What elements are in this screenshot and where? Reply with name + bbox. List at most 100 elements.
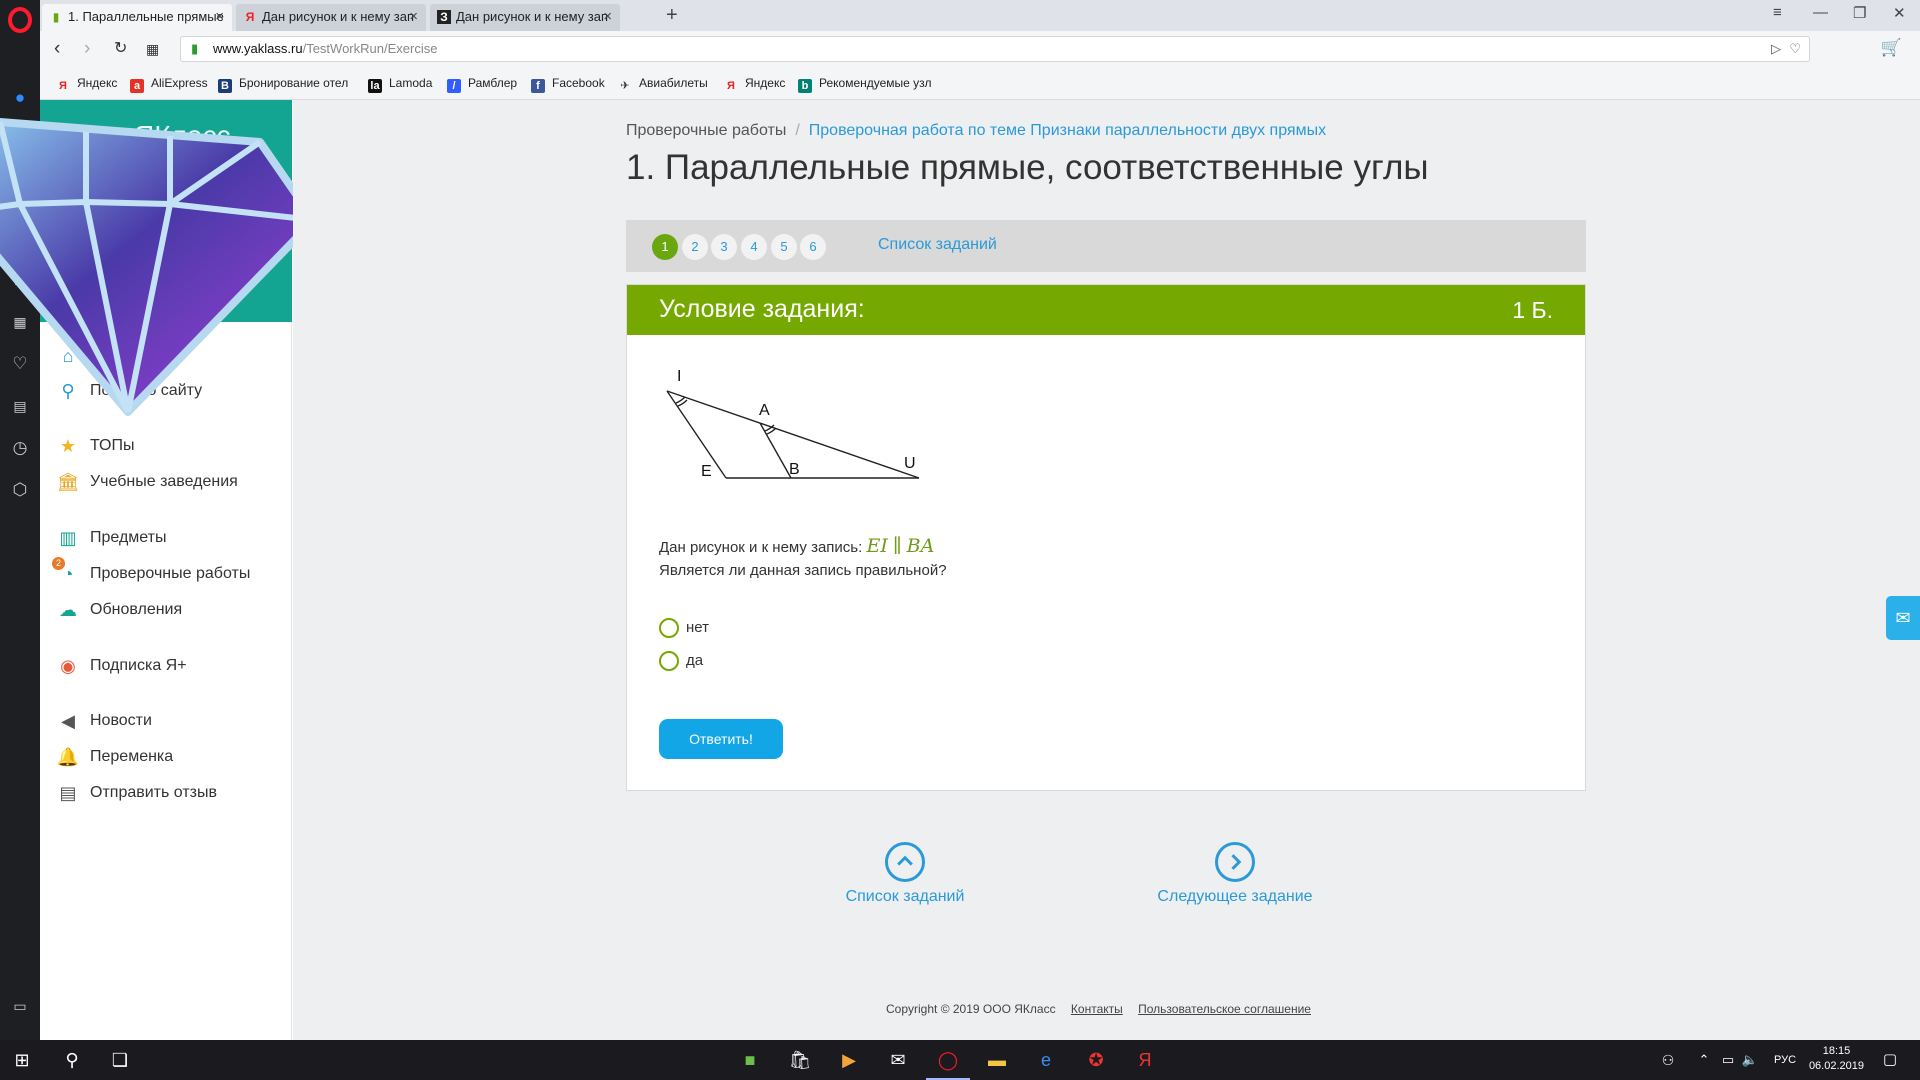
menu-item-break[interactable]: 🔔 Переменка: [56, 743, 286, 771]
bookmark-booking[interactable]: B Бронирование отел: [218, 75, 348, 93]
clock[interactable]: 18:15 06.02.2019: [1809, 1044, 1864, 1074]
opera-taskbar-icon[interactable]: ◯: [926, 1048, 970, 1080]
yandex-browser-icon[interactable]: Я: [1133, 1048, 1157, 1072]
submit-answer-button[interactable]: Ответить!: [659, 719, 783, 759]
task-list-nav[interactable]: Список заданий: [805, 842, 1005, 906]
notifications-icon[interactable]: ▢: [1878, 1048, 1902, 1072]
close-window-button[interactable]: ✕: [1893, 4, 1906, 22]
task-list-link[interactable]: Список заданий: [878, 236, 997, 254]
footer: Copyright © 2019 ООО ЯКласс Контакты Пол…: [886, 1002, 1311, 1016]
media-player-icon[interactable]: ▶: [837, 1048, 861, 1072]
menu-item-subscription[interactable]: ◉ Подписка Я+: [56, 652, 286, 680]
back-button[interactable]: ‹: [54, 37, 60, 61]
windows-start-icon[interactable]: ⊞: [10, 1048, 34, 1072]
reload-button[interactable]: ↻: [114, 37, 127, 61]
footer-contacts-link[interactable]: Контакты: [1071, 1002, 1123, 1016]
store-icon[interactable]: 🛍: [788, 1048, 812, 1072]
sidebar-toggle-icon[interactable]: ▭: [8, 994, 32, 1018]
new-tab-button[interactable]: +: [666, 4, 678, 26]
people-icon[interactable]: ⚇: [1656, 1048, 1680, 1072]
bookmark-label: AliExpress: [151, 76, 208, 90]
send-page-icon[interactable]: ▷: [1771, 37, 1781, 61]
menu-item-schools[interactable]: 🏛 Учебные заведения: [56, 468, 286, 496]
send-icon[interactable]: ▷: [8, 226, 32, 250]
label-I: I: [677, 368, 681, 385]
menu-label: Подписка Я+: [90, 657, 187, 674]
whatsapp-icon[interactable]: ◌: [8, 130, 32, 154]
volume-icon[interactable]: 🔈: [1738, 1048, 1762, 1072]
dial-icon[interactable]: ▦: [8, 310, 32, 334]
browser-tab-2[interactable]: Я Дан рисунок и к нему зап ×: [236, 4, 426, 31]
breadcrumb-item-tests[interactable]: Проверочные работы: [626, 122, 786, 139]
news-icon[interactable]: ▤: [8, 394, 32, 418]
menu-item-tests[interactable]: ◔ 2 Проверочные работы: [52, 557, 286, 588]
minecraft-icon[interactable]: ■: [738, 1048, 762, 1072]
task-number-5[interactable]: 5: [771, 234, 797, 260]
browser-tab-1[interactable]: ▮ 1. Параллельные прямые ×: [42, 4, 232, 31]
site-logo[interactable]: ЯКласс: [134, 120, 230, 152]
speed-dial-button[interactable]: ▦: [146, 37, 159, 61]
bookmark-heart-icon[interactable]: ♡: [1789, 37, 1801, 61]
network-icon[interactable]: ▭: [1716, 1048, 1740, 1072]
breadcrumb-item-current-test[interactable]: Проверочная работа по теме Признаки пара…: [809, 122, 1326, 139]
edge-icon[interactable]: e: [1034, 1048, 1058, 1072]
task-number-1[interactable]: 1: [652, 234, 678, 260]
bookmark-aviabilety[interactable]: ✈ Авиабилеты: [618, 75, 707, 93]
task-number-4[interactable]: 4: [741, 234, 767, 260]
menu-item-home[interactable]: ⌂ Главная: [56, 342, 286, 370]
menu-item-feedback[interactable]: ▤ Отправить отзыв: [56, 779, 286, 807]
url-input[interactable]: ▮ www.yaklass.ru/TestWorkRun/Exercise ▷ …: [180, 36, 1810, 62]
menu-item-tops[interactable]: ★ ТОПы: [56, 432, 286, 460]
tab-menu-icon[interactable]: ≡: [1773, 4, 1782, 21]
opera-logo-icon[interactable]: [7, 7, 33, 33]
bookmark-facebook[interactable]: f Facebook: [531, 75, 605, 93]
camera-icon[interactable]: ◙: [8, 268, 32, 292]
search-icon[interactable]: ⚲: [60, 1048, 84, 1072]
history-icon[interactable]: ◷: [8, 436, 32, 460]
forward-button[interactable]: ›: [84, 37, 90, 61]
chevron-right-icon: [1215, 842, 1255, 882]
footer-agreement-link[interactable]: Пользовательское соглашение: [1138, 1002, 1311, 1016]
bookmark-rambler[interactable]: / Рамблер: [447, 75, 517, 93]
task-number-3[interactable]: 3: [711, 234, 737, 260]
question-line-2: Является ли данная запись правильной?: [659, 562, 947, 579]
minimize-button[interactable]: —: [1813, 4, 1828, 21]
task-view-icon[interactable]: ❏: [108, 1048, 132, 1072]
close-tab-icon[interactable]: ×: [215, 4, 224, 30]
language-indicator[interactable]: РУС: [1768, 1048, 1802, 1072]
menu-item-news[interactable]: ◀ Новости: [56, 707, 286, 735]
browser-tab-3[interactable]: З Дан рисунок и к нему зап ×: [430, 4, 620, 31]
tray-expand-icon[interactable]: ⌃: [1692, 1048, 1716, 1072]
task-number-6[interactable]: 6: [800, 234, 826, 260]
mail-feedback-button[interactable]: ✉: [1886, 596, 1920, 640]
cart-icon[interactable]: 🛒: [1881, 38, 1902, 58]
address-bar: ‹ › ↻ ▦ ▮ www.yaklass.ru/TestWorkRun/Exe…: [40, 31, 1920, 67]
bookmark-label: Яндекс: [745, 76, 786, 90]
explorer-icon[interactable]: ▬: [985, 1048, 1009, 1072]
menu-item-subjects[interactable]: ▥ Предметы: [56, 524, 286, 552]
bookmark-recommended[interactable]: b Рекомендуемые узл: [798, 75, 932, 93]
heart-icon[interactable]: ♡: [8, 352, 32, 376]
messenger-icon[interactable]: ●: [8, 86, 32, 110]
close-tab-icon[interactable]: ×: [409, 4, 418, 30]
bookmark-yandex[interactable]: Я Яндекс: [56, 75, 117, 93]
mail-icon[interactable]: ✉: [886, 1048, 910, 1072]
bookmark-aliexpress[interactable]: a AliExpress: [130, 75, 208, 93]
menu-item-search[interactable]: ⚲ Поиск по сайту: [56, 377, 286, 405]
subscription-icon: ◉: [60, 656, 76, 676]
close-tab-icon[interactable]: ×: [603, 4, 612, 30]
task-number-2[interactable]: 2: [682, 234, 708, 260]
radio-button[interactable]: [659, 651, 679, 671]
bookmark-label: Lamoda: [389, 76, 433, 90]
vk-icon[interactable]: ◎: [8, 174, 32, 198]
extensions-icon[interactable]: ⬡: [8, 478, 32, 502]
menu-item-updates[interactable]: ☁ Обновления: [56, 596, 286, 624]
game-icon[interactable]: ✪: [1084, 1048, 1108, 1072]
radio-button[interactable]: [659, 618, 679, 638]
restore-button[interactable]: ❐: [1853, 4, 1866, 22]
opera-sidebar: ● ◌ ◎ ▷ ◙ ▦ ♡ ▤ ◷ ⬡ ▭: [0, 0, 40, 1040]
bookmark-yandex-2[interactable]: Я Яндекс: [724, 75, 785, 93]
bookmark-lamoda[interactable]: la Lamoda: [368, 75, 432, 93]
next-task-nav[interactable]: Следующее задание: [1135, 842, 1335, 906]
segment-IE: [666, 390, 727, 479]
